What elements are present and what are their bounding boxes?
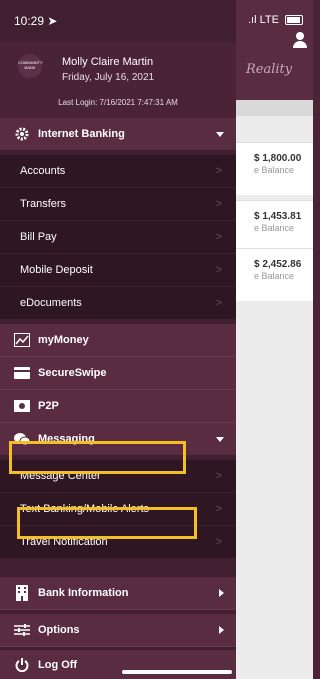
menu-label: Log Off <box>38 658 78 671</box>
menu-item-accounts[interactable]: Accounts > <box>0 155 236 187</box>
menu-item-bill-pay[interactable]: Bill Pay > <box>0 221 236 253</box>
chevron-right-icon: > <box>215 503 222 515</box>
profile-header: COMMUNITY BANK Molly Claire Martin Frida… <box>0 42 236 118</box>
menu-options[interactable]: Options <box>0 614 236 646</box>
network-label: LTE <box>259 14 279 26</box>
menu-label: eDocuments <box>20 297 82 309</box>
chevron-right-icon: > <box>215 165 222 177</box>
account-amount: $ 2,452.86 <box>254 259 302 270</box>
chevron-right-icon <box>219 589 224 597</box>
header-script: Reality <box>246 62 293 77</box>
menu-label: myMoney <box>38 334 89 346</box>
chevron-right-icon: > <box>215 536 222 548</box>
menu-log-off[interactable]: Log Off <box>0 650 236 679</box>
chevron-right-icon: > <box>215 297 222 309</box>
person-icon[interactable] <box>293 32 307 48</box>
menu-mymoney[interactable]: myMoney <box>0 324 236 356</box>
chevron-right-icon: > <box>215 264 222 276</box>
profile-name: Molly Claire Martin <box>62 56 154 68</box>
background-strip <box>236 100 313 116</box>
status-time: 10:29 ➤ <box>14 14 57 28</box>
time-label: 10:29 <box>14 14 45 28</box>
menu-label: Bank Information <box>38 587 129 599</box>
signal-icon: .ıl <box>247 14 257 26</box>
home-indicator[interactable] <box>122 670 232 674</box>
menu-secureswipe[interactable]: SecureSwipe <box>0 357 236 389</box>
battery-icon <box>285 15 303 26</box>
chevron-down-icon <box>216 131 224 137</box>
menu-label: P2P <box>38 400 59 412</box>
account-amount: $ 1,453.81 <box>254 211 302 222</box>
menu-label: Mobile Deposit <box>20 264 93 276</box>
last-login: Last Login: 7/16/2021 7:47:31 AM <box>58 98 178 107</box>
chart-icon <box>14 332 30 348</box>
chevron-right-icon: > <box>215 470 222 482</box>
navigation-drawer: 10:29 ➤ COMMUNITY BANK Molly Claire Mart… <box>0 0 236 679</box>
menu-internet-banking[interactable]: Internet Banking <box>0 118 236 150</box>
menu-item-edocuments[interactable]: eDocuments > <box>0 287 236 319</box>
account-label: e Balance <box>254 223 295 233</box>
power-icon <box>14 657 30 673</box>
menu-label: Bill Pay <box>20 231 57 243</box>
chevron-right-icon <box>219 626 224 634</box>
gear-icon <box>14 126 30 142</box>
cash-icon <box>14 398 30 414</box>
menu-label: Internet Banking <box>38 128 125 140</box>
location-arrow-icon: ➤ <box>47 14 58 28</box>
sliders-icon <box>14 622 30 638</box>
chevron-right-icon: > <box>215 231 222 243</box>
background-account-card[interactable]: $ 2,452.86 e Balance <box>236 248 313 301</box>
divider <box>0 646 236 647</box>
messaging-highlight-box <box>9 441 186 474</box>
menu-item-mobile-deposit[interactable]: Mobile Deposit > <box>0 254 236 286</box>
divider <box>0 609 236 610</box>
chevron-down-icon <box>216 436 224 442</box>
account-label: e Balance <box>254 271 295 281</box>
status-right: .ıl LTE <box>248 14 303 26</box>
menu-p2p[interactable]: P2P <box>0 390 236 422</box>
text-banking-highlight-box <box>17 507 197 539</box>
account-amount: $ 1,800.00 <box>254 153 302 164</box>
menu-label: Options <box>38 624 80 636</box>
background-account-card[interactable]: $ 1,800.00 e Balance <box>236 142 313 195</box>
chevron-right-icon: > <box>215 198 222 210</box>
menu-bank-information[interactable]: Bank Information <box>0 577 236 609</box>
account-label: e Balance <box>254 165 295 175</box>
profile-date: Friday, July 16, 2021 <box>62 72 155 83</box>
background-account-card[interactable]: $ 1,453.81 e Balance <box>236 200 313 253</box>
menu-label: Accounts <box>20 165 66 177</box>
bank-logo: COMMUNITY BANK <box>18 54 43 78</box>
building-icon <box>14 585 30 601</box>
menu-label: Transfers <box>20 198 67 210</box>
menu-label: SecureSwipe <box>38 367 107 379</box>
menu-item-transfers[interactable]: Transfers > <box>0 188 236 220</box>
card-icon <box>14 365 30 381</box>
